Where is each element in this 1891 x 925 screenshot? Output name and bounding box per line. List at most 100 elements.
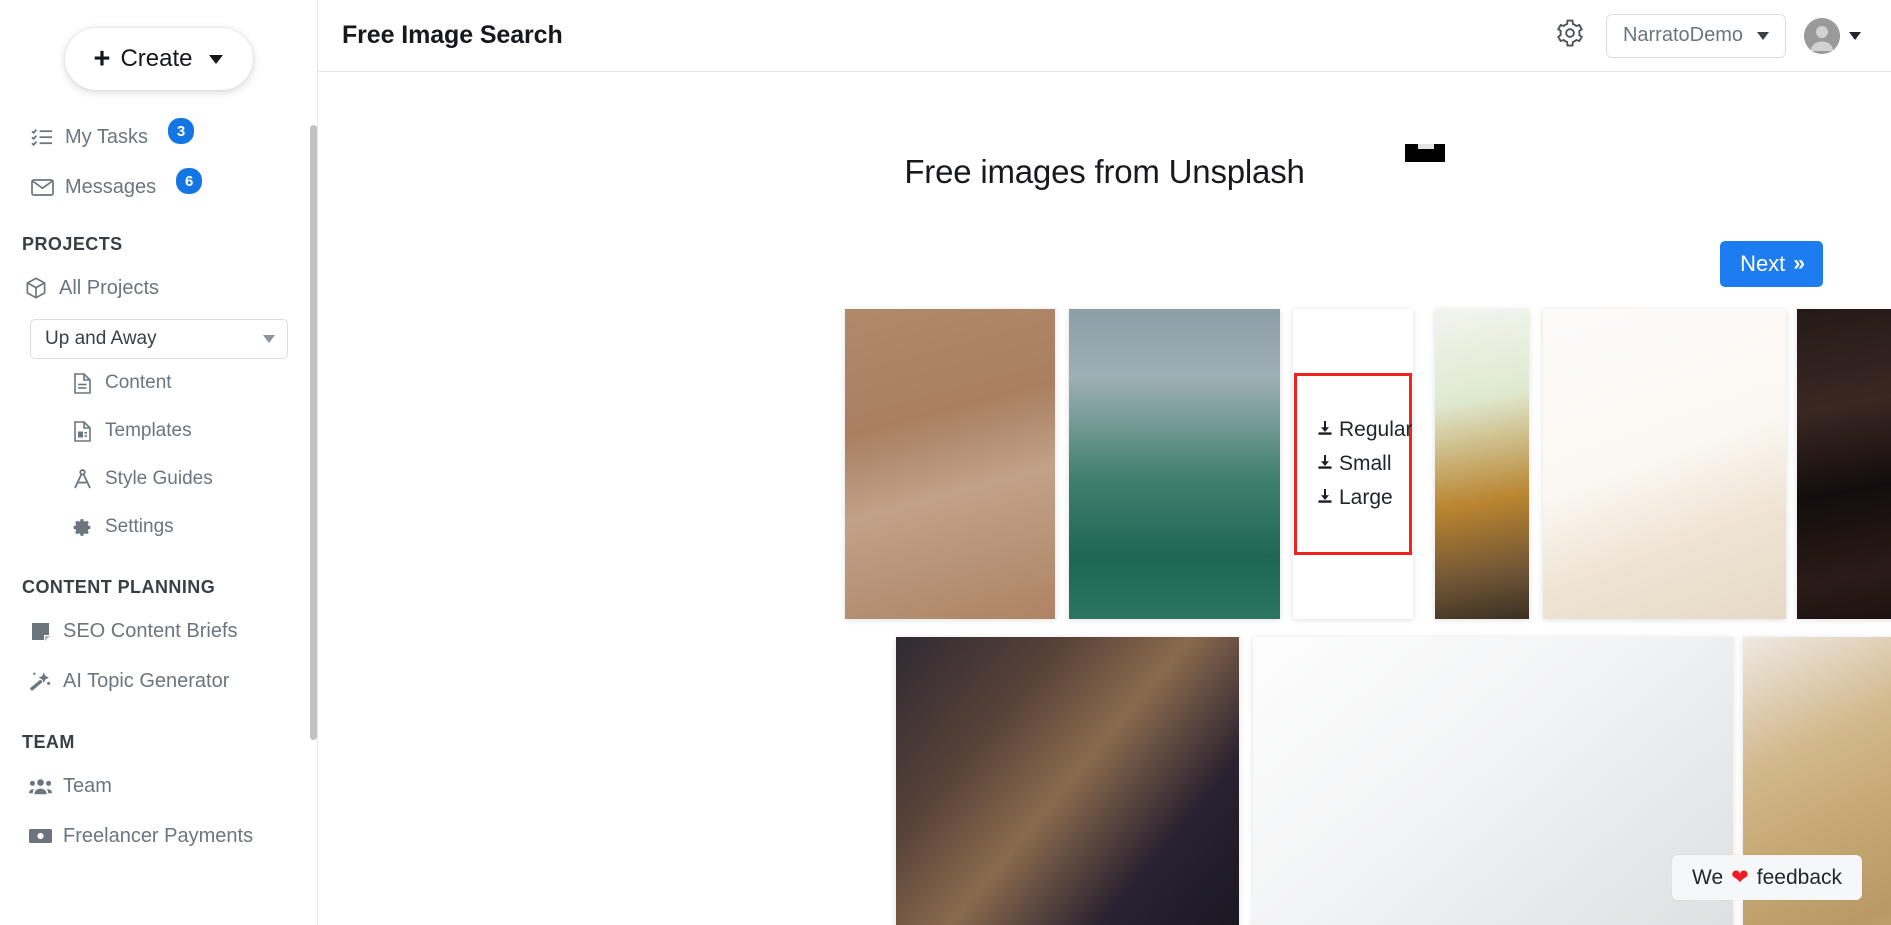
chevron-down-icon — [1757, 31, 1769, 40]
content-area: Free images from Unsplash Next » Regular… — [318, 72, 1891, 925]
project-subnav: Content Templates Style Guides Settings — [0, 359, 317, 551]
user-avatar-icon — [1804, 17, 1840, 54]
my-tasks-badge: 3 — [167, 118, 194, 144]
open-books-scattered-white-thumbnail — [1543, 308, 1786, 619]
feedback-suffix: feedback — [1756, 865, 1842, 889]
gear-icon — [1555, 18, 1585, 53]
org-switcher[interactable]: NarratoDemo — [1605, 13, 1786, 58]
sidebar-item-seo-content-briefs[interactable]: SEO Content Briefs — [0, 606, 317, 656]
sidebar-item-messages[interactable]: Messages 6 — [0, 162, 317, 212]
sidebar-item-team[interactable]: Team — [0, 761, 317, 811]
partial-logo-graphic — [1405, 144, 1445, 162]
tasks-list-icon — [30, 126, 54, 148]
project-select-value: Up and Away — [45, 328, 157, 349]
sidebar-item-ai-topic-generator[interactable]: AI Topic Generator — [0, 656, 317, 706]
main-region: Free Image Search NarratoDemo Free image… — [318, 0, 1891, 925]
sidebar-item-label: My Tasks — [65, 125, 148, 148]
image-gallery: Regular Small Large — [318, 308, 1891, 925]
pagination-row: Next » — [318, 219, 1891, 287]
chevron-down-icon — [209, 54, 224, 64]
sidebar-item-templates[interactable]: Templates — [50, 407, 317, 455]
settings-gear-button[interactable] — [1552, 18, 1588, 54]
chevron-down-icon — [1849, 31, 1861, 40]
sidebar-item-freelancer-payments[interactable]: Freelancer Payments — [0, 811, 317, 861]
envelope-icon — [30, 176, 54, 198]
sidebar-item-content[interactable]: Content — [50, 359, 317, 407]
sidebar-item-settings[interactable]: Settings — [50, 503, 317, 551]
app-root: + Create My Tasks 3 Messages 6 PROJECTS … — [0, 0, 1891, 925]
users-icon — [28, 775, 52, 797]
download-regular-link[interactable]: Regular — [1317, 418, 1413, 442]
sidebar-item-label: Style Guides — [105, 468, 213, 489]
page-title: Free Image Search — [342, 21, 563, 49]
chevron-down-icon — [263, 335, 275, 343]
double-chevron-right-icon: » — [1793, 251, 1805, 275]
download-options-box: Regular Small Large — [1294, 372, 1413, 555]
library-shelves-with-lights[interactable] — [896, 636, 1239, 925]
projects-heading: PROJECTS — [22, 234, 123, 254]
open-books-scattered-white[interactable] — [1543, 308, 1786, 619]
feedback-prefix: We — [1692, 865, 1724, 889]
sidebar-item-label: Messages — [65, 175, 157, 198]
project-select-container: Up and Away — [0, 313, 317, 359]
open-book-pages-white[interactable] — [1253, 636, 1733, 925]
top-bar: Free Image Search NarratoDemo — [318, 0, 1891, 72]
user-menu[interactable] — [1804, 17, 1861, 54]
download-icon — [1317, 486, 1333, 510]
sidebar-item-my-tasks[interactable]: My Tasks 3 — [0, 112, 317, 162]
library-shelves-with-lights-thumbnail — [896, 636, 1239, 925]
sidebar-item-label: Settings — [105, 516, 174, 537]
sidebar-item-style-guides[interactable]: Style Guides — [50, 455, 317, 503]
create-button[interactable]: + Create — [64, 28, 253, 90]
sidebar-item-label: All Projects — [59, 276, 160, 299]
open-book-over-misty-forest[interactable] — [1069, 308, 1280, 619]
messages-badge: 6 — [176, 168, 203, 194]
next-button[interactable]: Next » — [1720, 240, 1823, 287]
template-icon — [70, 420, 94, 442]
books-stack-on-tan-background-thumbnail — [845, 308, 1055, 619]
download-large-link[interactable]: Large — [1317, 486, 1393, 510]
sidebar-item-label: Team — [63, 774, 112, 797]
sidebar-item-label: SEO Content Briefs — [63, 619, 238, 642]
book-and-plant-by-window[interactable] — [1435, 308, 1529, 619]
top-bar-actions: NarratoDemo — [1552, 13, 1861, 58]
download-icon — [1317, 418, 1333, 442]
sidebar-item-label: Content — [105, 372, 172, 393]
create-button-label: Create — [120, 45, 193, 72]
create-button-container: + Create — [0, 0, 317, 90]
next-button-label: Next — [1740, 250, 1786, 276]
drafting-compass-icon — [70, 468, 94, 490]
money-bill-icon — [28, 825, 52, 847]
open-book-over-misty-forest-thumbnail — [1069, 308, 1280, 619]
org-name: NarratoDemo — [1622, 24, 1743, 46]
sidebar-item-label: Freelancer Payments — [63, 824, 254, 847]
team-heading: TEAM — [22, 732, 75, 752]
plus-icon: + — [93, 42, 111, 75]
sidebar-item-label: Templates — [105, 420, 192, 441]
content-planning-heading: CONTENT PLANNING — [22, 577, 216, 597]
heart-icon: ❤ — [1731, 866, 1749, 889]
note-icon — [28, 620, 52, 642]
sidebar-item-label: AI Topic Generator — [63, 669, 230, 692]
download-small-link[interactable]: Small — [1317, 452, 1393, 476]
gear-icon — [70, 516, 94, 538]
download-option-label: Small — [1339, 451, 1392, 475]
feedback-widget[interactable]: We ❤ feedback — [1672, 855, 1862, 900]
sidebar: + Create My Tasks 3 Messages 6 PROJECTS … — [0, 0, 318, 925]
sidebar-scrollbar[interactable] — [310, 125, 317, 740]
gallery-row-2 — [318, 636, 1891, 925]
download-icon — [1317, 452, 1333, 476]
book-and-plant-by-window-thumbnail — [1435, 308, 1529, 619]
floating-book-in-dark-library-thumbnail — [1797, 308, 1891, 619]
project-select[interactable]: Up and Away — [30, 319, 288, 359]
magic-wand-icon — [28, 670, 52, 692]
gallery-row-1: Regular Small Large — [318, 308, 1891, 619]
cube-icon — [24, 277, 48, 299]
sidebar-item-all-projects[interactable]: All Projects — [0, 263, 317, 313]
document-icon — [70, 372, 94, 394]
section-title: Free images from Unsplash — [904, 153, 1305, 191]
books-stack-on-tan-background[interactable] — [845, 308, 1055, 619]
image-hover-download-card[interactable]: Regular Small Large — [1293, 308, 1413, 619]
floating-book-in-dark-library[interactable] — [1797, 308, 1891, 619]
open-book-pages-white-thumbnail — [1253, 636, 1733, 925]
